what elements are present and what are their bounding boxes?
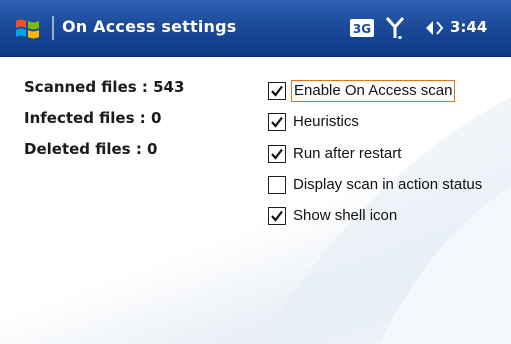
title-bar: On Access settings 3G 3:44 (0, 0, 511, 57)
display-scan-in-action-status-label[interactable]: Display scan in action status (291, 174, 484, 196)
title-separator (52, 16, 54, 40)
show-shell-icon-checkbox[interactable] (268, 207, 286, 225)
settings-content: Scanned files : 543 Infected files : 0 D… (0, 57, 511, 344)
signal-antenna-icon[interactable] (385, 16, 405, 42)
network-3g-icon[interactable]: 3G (349, 18, 375, 38)
option-show-shell-icon[interactable]: Show shell icon (268, 204, 399, 228)
enable-on-access-scan-label[interactable]: Enable On Access scan (291, 80, 456, 102)
checkmark-icon (271, 210, 283, 222)
display-scan-in-action-status-checkbox[interactable] (268, 176, 286, 194)
deleted-files-stat: Deleted files : 0 (24, 140, 158, 158)
infected-files-stat: Infected files : 0 (24, 109, 162, 127)
option-enable-on-access-scan[interactable]: Enable On Access scan (268, 79, 456, 103)
run-after-restart-checkbox[interactable] (268, 145, 286, 163)
scanned-files-stat: Scanned files : 543 (24, 78, 185, 96)
speaker-volume-icon[interactable] (423, 18, 445, 38)
heuristics-label[interactable]: Heuristics (291, 111, 361, 133)
windows-flag-icon[interactable] (14, 15, 42, 43)
page-title: On Access settings (62, 17, 237, 36)
clock-time[interactable]: 3:44 (450, 15, 487, 39)
option-run-after-restart[interactable]: Run after restart (268, 142, 403, 166)
show-shell-icon-label[interactable]: Show shell icon (291, 205, 399, 227)
option-heuristics[interactable]: Heuristics (268, 110, 361, 134)
checkmark-icon (271, 148, 283, 160)
option-display-scan-in-action-status[interactable]: Display scan in action status (268, 173, 484, 197)
heuristics-checkbox[interactable] (268, 113, 286, 131)
checkmark-icon (271, 85, 283, 97)
checkmark-icon (271, 116, 283, 128)
enable-on-access-scan-checkbox[interactable] (268, 82, 286, 100)
network-3g-text: 3G (353, 22, 371, 36)
run-after-restart-label[interactable]: Run after restart (291, 143, 403, 165)
